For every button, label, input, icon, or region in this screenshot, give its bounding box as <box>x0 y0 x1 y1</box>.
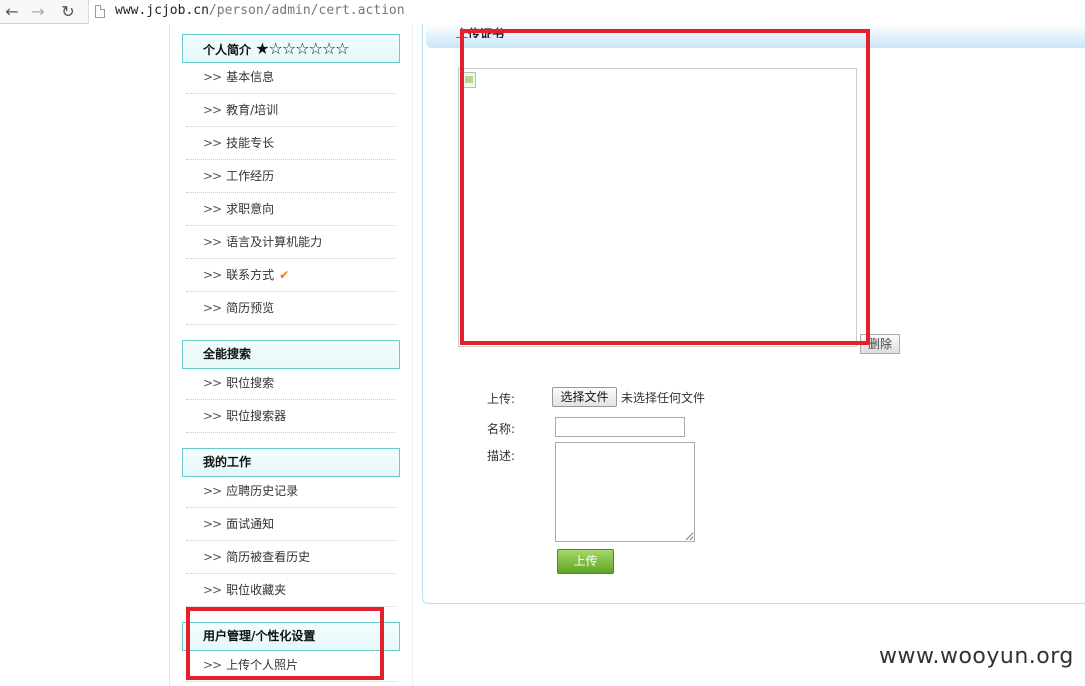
double-chevron-icon: >> <box>203 409 222 423</box>
double-chevron-icon: >> <box>203 376 222 390</box>
page-border-left <box>169 24 170 686</box>
sidebar-item-skills[interactable]: >> 技能专长 <box>186 127 396 160</box>
description-field[interactable] <box>555 442 695 542</box>
section-header-profile: 个人简介 ★☆☆☆☆☆☆ <box>182 34 400 63</box>
sidebar-item-resume-preview[interactable]: >> 简历预览 <box>186 292 396 325</box>
checkmark-icon: ✔ <box>279 268 290 282</box>
annotation-box-upload-photo <box>186 607 384 680</box>
back-arrow-icon[interactable]: ← <box>2 2 22 22</box>
sidebar-item-basic-info[interactable]: >> 基本信息 <box>186 61 396 94</box>
sidebar-divider <box>412 24 413 686</box>
forward-arrow-icon[interactable]: → <box>28 2 48 22</box>
double-chevron-icon: >> <box>203 550 222 564</box>
sidebar-item-resume-view-history[interactable]: >> 简历被查看历史 <box>186 541 396 574</box>
sidebar-item-language-computer[interactable]: >> 语言及计算机能力 <box>186 226 396 259</box>
page-icon <box>95 5 105 18</box>
description-label: 描述: <box>487 449 516 463</box>
name-label: 名称: <box>487 422 516 436</box>
reload-icon[interactable]: ↻ <box>58 2 78 22</box>
sidebar-item-job-favorites[interactable]: >> 职位收藏夹 <box>186 574 396 607</box>
name-field[interactable] <box>555 417 685 437</box>
sidebar-item-work-experience[interactable]: >> 工作经历 <box>186 160 396 193</box>
sidebar-item-contact[interactable]: >> 联系方式 ✔ <box>186 259 396 292</box>
double-chevron-icon: >> <box>203 202 222 216</box>
annotation-box-certificate <box>460 29 870 345</box>
double-chevron-icon: >> <box>203 301 222 315</box>
double-chevron-icon: >> <box>203 268 222 282</box>
sidebar-item-job-intention[interactable]: >> 求职意向 <box>186 193 396 226</box>
upload-button[interactable]: 上传 <box>557 549 614 574</box>
choose-file-button[interactable]: 选择文件 <box>552 387 617 407</box>
double-chevron-icon: >> <box>203 484 222 498</box>
browser-toolbar: ← → ↻ www.jcjob.cn/person/admin/cert.act… <box>0 0 1085 24</box>
double-chevron-icon: >> <box>203 583 222 597</box>
upload-label: 上传: <box>487 392 516 406</box>
sidebar-item-application-history[interactable]: >> 应聘历史记录 <box>186 475 396 508</box>
double-chevron-icon: >> <box>203 169 222 183</box>
section-header-search: 全能搜索 <box>182 340 400 369</box>
double-chevron-icon: >> <box>203 517 222 531</box>
double-chevron-icon: >> <box>203 103 222 117</box>
double-chevron-icon: >> <box>203 70 222 84</box>
section-header-my-work: 我的工作 <box>182 448 400 477</box>
address-bar[interactable]: www.jcjob.cn/person/admin/cert.action <box>88 0 1085 24</box>
sidebar-item-job-searcher[interactable]: >> 职位搜索器 <box>186 400 396 433</box>
file-status-text: 未选择任何文件 <box>621 391 706 405</box>
double-chevron-icon: >> <box>203 235 222 249</box>
rating-stars: ★☆☆☆☆☆☆ <box>255 39 349 58</box>
sidebar-item-education[interactable]: >> 教育/培训 <box>186 94 396 127</box>
watermark: www.wooyun.org <box>879 644 1074 669</box>
sidebar-item-job-search[interactable]: >> 职位搜索 <box>186 367 396 400</box>
double-chevron-icon: >> <box>203 136 222 150</box>
url-text: www.jcjob.cn/person/admin/cert.action <box>115 3 405 18</box>
sidebar-item-interview-notice[interactable]: >> 面试通知 <box>186 508 396 541</box>
